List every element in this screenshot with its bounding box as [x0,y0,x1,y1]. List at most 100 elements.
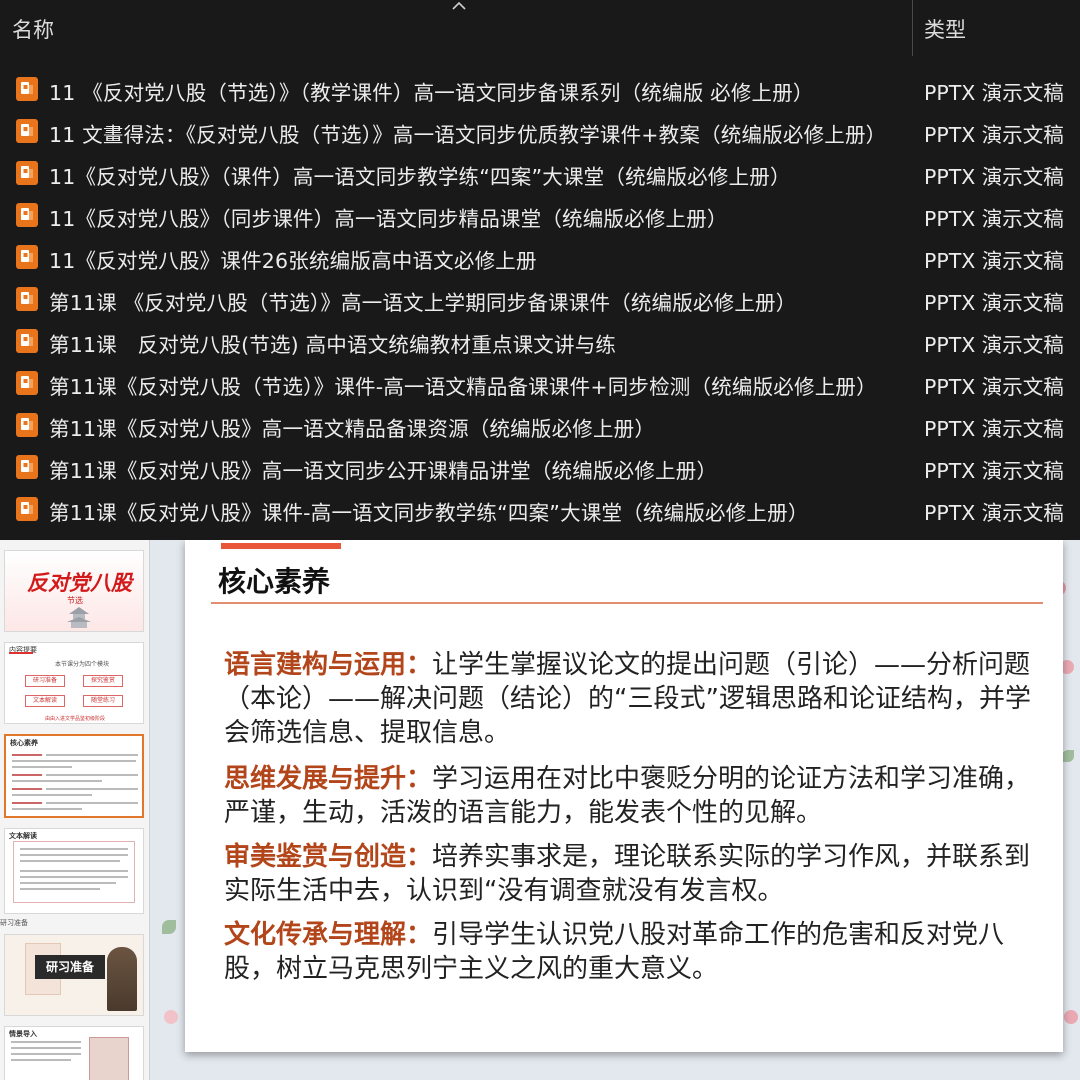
flower-decoration [164,1010,178,1024]
toc-item: 研习准备 [25,675,65,687]
slide-thumbnail-4[interactable]: 文本解读 [4,828,144,914]
paragraph-keyword: 文化传承与理解： [224,920,433,950]
sort-chevron-up-icon[interactable] [451,0,467,11]
pptx-file-icon [16,161,38,185]
current-slide[interactable]: 核心素养 语言建构与运用：让学生掌握议论文的提出问题（引论）——分析问题（本论）… [185,540,1063,1052]
file-type: PPTX 演示文稿 [924,333,1064,357]
title-underline [211,602,1043,604]
paragraph-keyword: 语言建构与运用： [224,650,433,680]
file-name: 11《反对党八股》（同步课件）高一语文同步精品课堂（统编版必修上册） [49,207,728,231]
thumb-heading: 文本解读 [9,832,37,840]
file-type: PPTX 演示文稿 [924,207,1064,231]
toc-footer: 由由入进文学品鉴初级阶段 [45,716,106,722]
pptx-file-icon [16,329,38,353]
file-name: 11《反对党八股》课件26张统编版高中语文必修上册 [49,249,537,273]
thumb-text-line [20,848,128,850]
file-row[interactable]: 第11课 《反对党八股（节选）》高一语文上学期同步备课课件（统编版必修上册） P… [0,278,1080,320]
pptx-file-icon [16,497,38,521]
book-image [89,1037,129,1080]
presentation-window: 反对党八股 节选 内容提要 本节课分为四个模块 研习准备 探究鉴赏 文本解读 随… [0,540,1080,1080]
thumb-text-line [20,870,128,872]
file-row[interactable]: 11《反对党八股》（同步课件）高一语文同步精品课堂（统编版必修上册） PPTX … [0,194,1080,236]
paragraph-keyword: 思维发展与提升： [224,764,433,794]
thumb-heading: 核心素养 [10,739,38,747]
file-type: PPTX 演示文稿 [924,291,1064,315]
slide-thumbnail-6[interactable]: 情景导入 [4,1026,144,1080]
toc-note: 本节课分为四个模块 [55,661,110,668]
file-name: 第11课《反对党八股》高一语文精品备课资源（统编版必修上册） [49,417,656,441]
slide-thumbnail-5[interactable]: 研习准备 [4,934,144,1016]
leaf-decoration [162,920,176,934]
file-row[interactable]: 第11课《反对党八股》课件-高一语文同步教学练“四案”大课堂（统编版必修上册） … [0,488,1080,530]
file-name: 11 《反对党八股（节选）》（教学课件）高一语文同步备课系列（统编版 必修上册） [49,81,814,105]
pptx-file-icon [16,287,38,311]
toc-item: 文本解读 [25,695,65,707]
pptx-file-icon [16,455,38,479]
cover-title: 反对党八股 [27,570,132,595]
thumb-text-line [20,876,128,878]
file-list: 11 《反对党八股（节选）》（教学课件）高一语文同步备课系列（统编版 必修上册）… [0,68,1080,530]
slide-thumbnail-2[interactable]: 内容提要 本节课分为四个模块 研习准备 探究鉴赏 文本解读 随堂练习 由由入进文… [4,642,144,724]
thumb-text-line [12,780,102,782]
pptx-file-icon [16,77,38,101]
toc-item: 随堂练习 [83,695,123,707]
thumb-text-line [11,1053,81,1055]
core-literacy-paragraph: 思维发展与提升：学习运用在对比中褒贬分明的论证方法和学习准确，严谨，生动，活泼的… [224,762,1044,830]
thumb-text-line [20,888,100,890]
slide-thumbnail-3[interactable]: 核心素养 [4,734,144,818]
thumb-text-line [12,802,42,804]
thumb-text-line [11,1047,81,1049]
file-row[interactable]: 第11课《反对党八股（节选）》课件-高一语文精品备课课件+同步检测（统编版必修上… [0,362,1080,404]
thumb-text-line [46,802,138,804]
column-name-header[interactable]: 名称 [12,14,54,44]
thumb-text-line [11,1041,81,1043]
file-row[interactable]: 第11课 反对党八股(节选) 高中语文统编教材重点课文讲与练 PPTX 演示文稿 [0,320,1080,362]
slide-title: 核心素养 [218,565,331,598]
file-name: 第11课 《反对党八股（节选）》高一语文上学期同步备课课件（统编版必修上册） [49,291,797,315]
thumb-text-line [20,882,116,884]
file-name: 第11课《反对党八股》课件-高一语文同步教学练“四案”大课堂（统编版必修上册） [49,501,809,525]
thumb-text-box [13,841,135,903]
file-explorer: 名称 类型 11 《反对党八股（节选）》（教学课件）高一语文同步备课系列（统编版… [0,0,1080,540]
file-name: 第11课《反对党八股（节选）》课件-高一语文精品备课课件+同步检测（统编版必修上… [49,375,877,399]
file-type: PPTX 演示文稿 [924,165,1064,189]
thumb-text-line [46,788,138,790]
file-row[interactable]: 第11课《反对党八股》高一语文同步公开课精品讲堂（统编版必修上册） PPTX 演… [0,446,1080,488]
column-type-header[interactable]: 类型 [924,14,966,44]
thumb-text-line [12,788,42,790]
leaf-decoration [1062,750,1074,762]
file-row[interactable]: 11《反对党八股》（课件）高一语文同步教学练“四案”大课堂（统编版必修上册） P… [0,152,1080,194]
thumb-text-line [20,860,120,862]
file-type: PPTX 演示文稿 [924,417,1064,441]
file-row[interactable]: 11 文畫得法：《反对党八股（节选）》高一语文同步优质教学课件+教案（统编版必修… [0,110,1080,152]
title-accent-bar [221,543,341,549]
section-banner: 研习准备 [35,955,105,979]
core-literacy-paragraph: 语言建构与运用：让学生掌握议论文的提出问题（引论）——分析问题（本论）——解决问… [224,648,1044,750]
thumb-text-line [12,794,92,796]
file-row[interactable]: 第11课《反对党八股》高一语文精品备课资源（统编版必修上册） PPTX 演示文稿 [0,404,1080,446]
file-type: PPTX 演示文稿 [924,375,1064,399]
pptx-file-icon [16,371,38,395]
portrait-image [107,947,137,1011]
file-type: PPTX 演示文稿 [924,249,1064,273]
heading-accent [9,652,33,654]
thumb-text-line [46,754,138,756]
file-name: 11《反对党八股》（课件）高一语文同步教学练“四案”大课堂（统编版必修上册） [49,165,791,189]
file-row[interactable]: 11 《反对党八股（节选）》（教学课件）高一语文同步备课系列（统编版 必修上册）… [0,68,1080,110]
flower-decoration [1064,1010,1078,1024]
thumb-text-line [46,774,138,776]
thumb-text-line [12,774,42,776]
section-label: 研习准备 [0,919,28,927]
paragraph-keyword: 审美鉴赏与创造： [224,842,433,872]
slide-thumbnail-1[interactable]: 反对党八股 节选 [4,550,144,632]
column-divider[interactable] [912,0,913,56]
thumb-text-line [11,1059,71,1061]
thumb-text-line [12,754,42,756]
column-header: 名称 类型 [0,0,1080,58]
core-literacy-paragraph: 审美鉴赏与创造：培养实事求是，理论联系实际的学习作风，并联系到实际生活中去，认识… [224,840,1044,908]
file-name: 第11课《反对党八股》高一语文同步公开课精品讲堂（统编版必修上册） [49,459,718,483]
slide-thumbnail-pane[interactable]: 反对党八股 节选 内容提要 本节课分为四个模块 研习准备 探究鉴赏 文本解读 随… [0,540,150,1080]
file-type: PPTX 演示文稿 [924,459,1064,483]
file-row[interactable]: 11《反对党八股》课件26张统编版高中语文必修上册 PPTX 演示文稿 [0,236,1080,278]
pptx-file-icon [16,119,38,143]
